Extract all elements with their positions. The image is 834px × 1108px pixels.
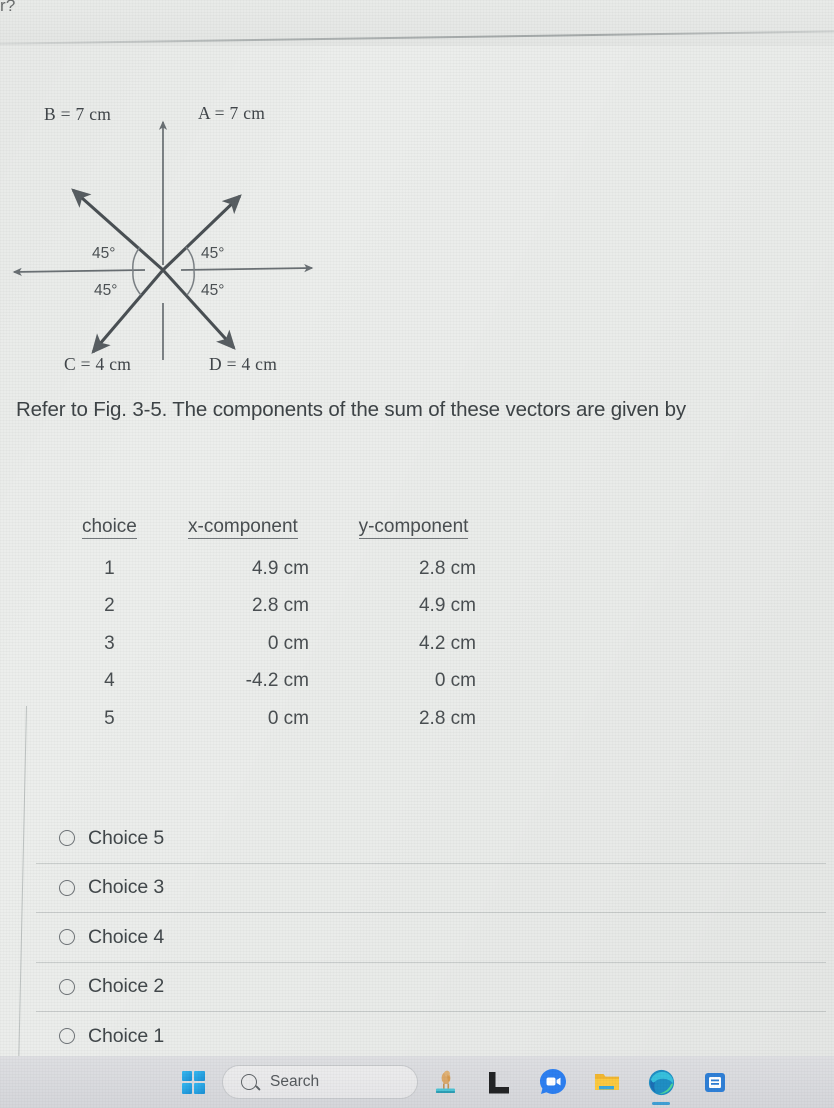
vector-A-label: A = 7 cm	[198, 103, 266, 123]
answer-option-choice-4[interactable]: Choice 4	[36, 912, 826, 962]
taskbar-app-zoom[interactable]	[526, 1056, 580, 1108]
cell-choice: 4	[104, 670, 115, 692]
cell-choice: 3	[104, 632, 115, 654]
screen-surface: r? B = 7 cm A = 7 cm C = 4 cm D = 4 cm 4…	[0, 0, 834, 1108]
windows-logo-icon	[181, 1070, 205, 1094]
cell-x: 0 cm	[267, 707, 310, 729]
table-row: 3 0 cm 4.2 cm	[60, 625, 500, 662]
start-button[interactable]	[170, 1056, 216, 1108]
radio-button-icon[interactable]	[59, 978, 75, 995]
table-row: 1 4.9 cm 2.8 cm	[60, 550, 500, 587]
radio-button-icon[interactable]	[59, 879, 75, 896]
table-header-row: choice x-component y-component	[60, 516, 500, 550]
choices-table: choice x-component y-component 1 4.9 cm …	[60, 516, 500, 737]
question-text: Refer to Fig. 3-5. The components of the…	[16, 398, 686, 421]
taskbar-app-pelican[interactable]	[418, 1056, 472, 1108]
table-row: 2 2.8 cm 4.9 cm	[60, 587, 500, 624]
search-icon	[241, 1074, 257, 1090]
answer-option-label: Choice 1	[88, 1024, 165, 1047]
vector-B-arrow	[71, 188, 165, 272]
angle-label-lower-right: 45°	[201, 282, 225, 299]
top-cutoff-strip: r?	[0, 0, 834, 46]
answer-option-label: Choice 2	[88, 975, 165, 998]
answer-option-choice-3[interactable]: Choice 3	[36, 862, 826, 913]
angle-label-upper-left: 45°	[92, 245, 116, 262]
vector-B-label: B = 7 cm	[44, 104, 112, 124]
taskbar-search-box[interactable]: Search	[222, 1065, 418, 1099]
cell-choice: 1	[104, 558, 115, 579]
radio-button-icon[interactable]	[59, 1028, 75, 1045]
taskbar-app-file-explorer[interactable]	[580, 1056, 634, 1108]
lenovo-icon	[488, 1070, 510, 1093]
vector-D-label: D = 4 cm	[209, 354, 278, 374]
taskbar-app-store[interactable]	[688, 1056, 742, 1108]
search-placeholder: Search	[270, 1073, 320, 1090]
cell-x: 0 cm	[267, 632, 310, 654]
answer-option-label: Choice 4	[88, 925, 165, 948]
radio-button-icon[interactable]	[59, 830, 75, 847]
cell-x: 2.8 cm	[251, 595, 310, 617]
active-app-indicator	[652, 1102, 670, 1105]
answer-option-label: Choice 3	[88, 876, 165, 899]
header-x-component: x-component	[188, 516, 298, 539]
taskbar-app-lenovo[interactable]	[472, 1056, 526, 1108]
left-margin-rule	[18, 705, 28, 1058]
cell-y: 2.8 cm	[418, 558, 476, 579]
cell-choice: 2	[104, 595, 115, 617]
cell-y: 0 cm	[434, 670, 476, 692]
header-choice: choice	[81, 516, 137, 539]
cell-y: 4.2 cm	[418, 632, 476, 654]
angle-label-upper-right: 45°	[201, 245, 225, 262]
vector-C-label: C = 4 cm	[64, 354, 132, 374]
cell-y: 2.8 cm	[418, 707, 476, 729]
table-row: 5 0 cm 2.8 cm	[60, 700, 500, 737]
answer-options-list: Choice 5 Choice 3 Choice 4 Choice 2 Choi…	[36, 814, 826, 1061]
vector-diagram-figure: B = 7 cm A = 7 cm C = 4 cm D = 4 cm 45° …	[0, 60, 340, 374]
answer-option-label: Choice 5	[88, 826, 165, 849]
document-page: B = 7 cm A = 7 cm C = 4 cm D = 4 cm 45° …	[0, 46, 834, 1058]
edge-icon	[648, 1069, 674, 1095]
answer-option-choice-2[interactable]: Choice 2	[36, 961, 826, 1012]
file-explorer-icon	[595, 1074, 619, 1090]
table-row: 4 -4.2 cm 0 cm	[60, 662, 500, 699]
cell-x: -4.2 cm	[245, 670, 310, 692]
taskbar-app-edge[interactable]	[634, 1056, 688, 1108]
angle-label-lower-left: 45°	[94, 282, 118, 299]
store-icon	[705, 1073, 725, 1092]
radio-button-icon[interactable]	[59, 929, 75, 946]
cell-y: 4.9 cm	[418, 595, 476, 617]
answer-option-choice-5[interactable]: Choice 5	[36, 814, 826, 863]
answer-option-choice-1[interactable]: Choice 1	[36, 1011, 826, 1061]
cell-choice: 5	[104, 707, 115, 729]
header-y-component: y-component	[358, 516, 469, 539]
pelican-icon	[436, 1070, 455, 1093]
cutoff-text-fragment: r?	[0, 0, 16, 15]
windows-taskbar: Search	[0, 1056, 834, 1108]
cell-x: 4.9 cm	[251, 558, 310, 579]
zoom-icon	[540, 1069, 566, 1094]
